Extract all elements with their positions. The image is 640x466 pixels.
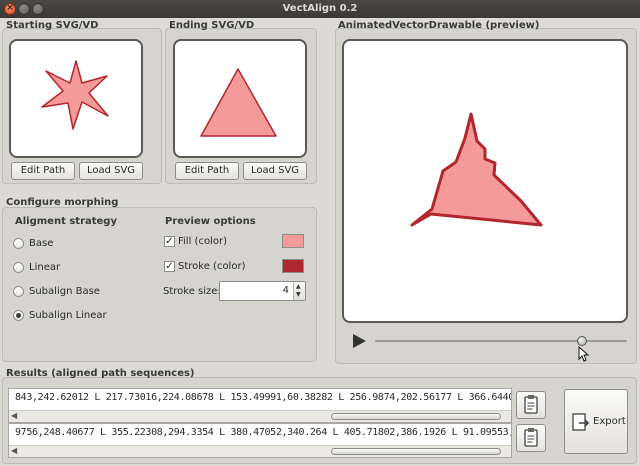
triangle-shape: [200, 68, 277, 137]
mouse-cursor-icon: [578, 345, 590, 365]
strategy-label: Base: [29, 238, 54, 249]
fill-color-label: Fill (color): [178, 236, 227, 247]
strategy-base-radio[interactable]: Base: [13, 238, 53, 249]
star-shape: [41, 60, 109, 130]
scroll-left-icon[interactable]: ◀: [11, 446, 17, 455]
animation-progress-thumb[interactable]: [576, 336, 587, 346]
radio-indicator: [13, 238, 24, 249]
window-title: VectAlign 0.2: [282, 3, 358, 14]
play-icon: [353, 334, 366, 348]
results-label: Results (aligned path sequences): [6, 368, 195, 379]
export-button[interactable]: Export: [564, 389, 628, 454]
starting-load-svg-button[interactable]: Load SVG: [79, 162, 143, 180]
spinner-up-icon[interactable]: ▲: [296, 284, 301, 290]
alignment-strategy-label: Aligment strategy: [15, 216, 117, 227]
configure-morphing-label: Configure morphing: [6, 197, 119, 208]
preview-label: AnimatedVectorDrawable (preview): [338, 20, 540, 31]
ending-svg-label: Ending SVG/VD: [169, 20, 255, 31]
radio-indicator: [13, 262, 24, 273]
result-path-text-1: 843,242.62012 L 217.73016,224.08678 L 15…: [15, 392, 511, 403]
stroke-size-arrows[interactable]: ▲ ▼: [293, 282, 305, 300]
title-bar: × VectAlign 0.2: [0, 0, 640, 18]
play-button[interactable]: [351, 333, 367, 349]
checkmark-icon: ✓: [164, 236, 175, 247]
scrollbar-thumb[interactable]: [331, 413, 501, 420]
stroke-color-checkbox[interactable]: ✓ Stroke (color): [164, 261, 245, 272]
copy-path-2-button[interactable]: [516, 424, 546, 452]
spinner-down-icon[interactable]: ▼: [296, 292, 301, 298]
stroke-size-label: Stroke size:: [163, 286, 221, 297]
result-path-field-2[interactable]: 9756,248.40677 L 355.22308,294.3354 L 38…: [8, 423, 512, 458]
checkmark-icon: ✓: [164, 261, 175, 272]
export-icon: [572, 413, 590, 431]
preview-canvas: [342, 39, 628, 323]
stroke-color-label: Stroke (color): [178, 261, 246, 272]
morph-preview-shape: [410, 112, 543, 227]
stroke-size-spinner[interactable]: 4 ▲ ▼: [219, 281, 306, 301]
fill-color-swatch[interactable]: [282, 234, 304, 248]
strategy-label: Subalign Linear: [29, 310, 107, 321]
starting-svg-label: Starting SVG/VD: [6, 20, 99, 31]
copy-path-1-button[interactable]: [516, 391, 546, 419]
starting-svg-canvas: [9, 39, 143, 158]
strategy-linear-radio[interactable]: Linear: [13, 262, 60, 273]
radio-indicator: [13, 310, 24, 321]
scroll-left-icon[interactable]: ◀: [11, 411, 17, 420]
export-label: Export: [593, 416, 626, 427]
result-path-field-1[interactable]: 843,242.62012 L 217.73016,224.08678 L 15…: [8, 388, 512, 423]
radio-indicator: [13, 286, 24, 297]
clipboard-icon: [524, 395, 538, 414]
scrollbar-thumb[interactable]: [331, 448, 501, 455]
strategy-label: Subalign Base: [29, 286, 100, 297]
starting-edit-path-button[interactable]: Edit Path: [11, 162, 75, 180]
horizontal-scrollbar[interactable]: ◀: [9, 410, 511, 422]
ending-load-svg-button[interactable]: Load SVG: [243, 162, 307, 180]
stroke-color-swatch[interactable]: [282, 259, 304, 273]
stroke-size-value: 4: [282, 285, 289, 296]
horizontal-scrollbar[interactable]: ◀: [9, 445, 511, 457]
strategy-subalign-linear-radio[interactable]: Subalign Linear: [13, 310, 107, 321]
preview-options-label: Preview options: [165, 216, 256, 227]
strategy-subalign-base-radio[interactable]: Subalign Base: [13, 286, 100, 297]
ending-svg-canvas: [173, 39, 307, 158]
result-path-text-2: 9756,248.40677 L 355.22308,294.3354 L 38…: [15, 427, 512, 438]
strategy-label: Linear: [29, 262, 61, 273]
ending-edit-path-button[interactable]: Edit Path: [175, 162, 239, 180]
clipboard-icon: [524, 428, 538, 447]
fill-color-checkbox[interactable]: ✓ Fill (color): [164, 236, 227, 247]
animation-progress-track[interactable]: [375, 340, 627, 342]
